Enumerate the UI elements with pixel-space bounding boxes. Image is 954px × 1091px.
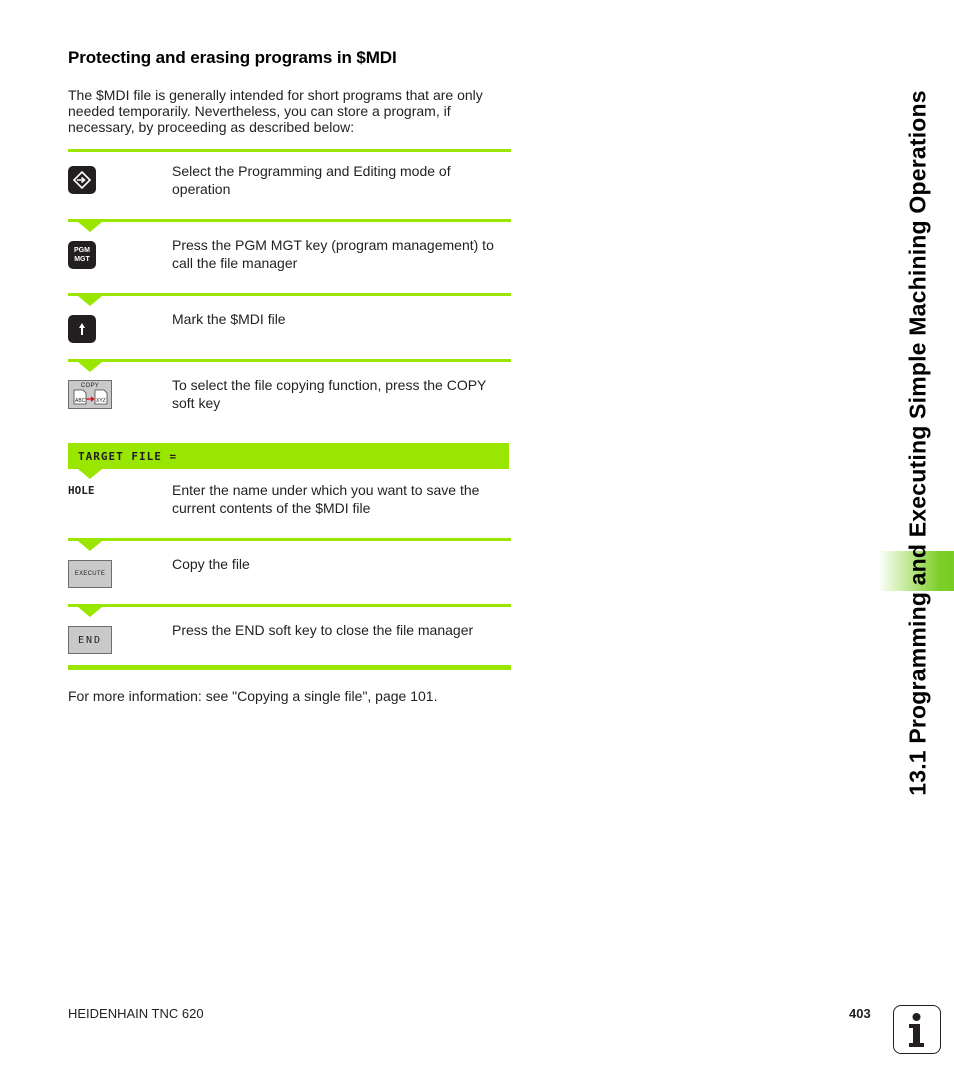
step-arrow-icon: [78, 222, 102, 232]
arrow-up-key[interactable]: [68, 315, 96, 343]
divider: [68, 359, 511, 362]
svg-text:XYZ: XYZ: [96, 398, 106, 404]
step-text: Mark the $MDI file: [172, 311, 286, 327]
divider: [68, 538, 511, 541]
step-arrow-icon: [78, 362, 102, 372]
execute-soft-key[interactable]: EXECUTE: [68, 560, 112, 588]
divider: [68, 293, 511, 296]
footer-product: HEIDENHAIN TNC 620: [68, 1006, 204, 1021]
more-info-link[interactable]: For more information: see "Copying a sin…: [68, 688, 437, 704]
pgm-mgt-key[interactable]: PGM MGT: [68, 241, 96, 269]
end-soft-key[interactable]: END: [68, 626, 112, 654]
divider: [68, 149, 511, 152]
svg-text:ABC: ABC: [75, 398, 86, 404]
target-file-prompt-bar: TARGET FILE =: [68, 443, 509, 469]
section-heading: Protecting and erasing programs in $MDI: [68, 48, 397, 67]
step-arrow-icon: [78, 541, 102, 551]
step-text: Enter the name under which you want to s…: [172, 482, 480, 516]
divider: [68, 219, 511, 222]
target-file-prompt: TARGET FILE =: [78, 449, 178, 463]
copy-file-icon: ABC XYZ: [73, 389, 108, 405]
intro-paragraph: The $MDI file is generally intended for …: [68, 87, 483, 135]
step-text: Press the PGM MGT key (program managemen…: [172, 237, 494, 271]
chapter-side-title: 13.1 Programming and Executing Simple Ma…: [904, 90, 931, 796]
step-text: Copy the file: [172, 556, 250, 572]
programming-editing-mode-icon: [72, 170, 92, 190]
key-label-line2: MGT: [74, 256, 90, 263]
step-arrow-icon: [78, 469, 102, 479]
info-icon: [893, 1005, 941, 1054]
divider: [68, 604, 511, 607]
step-text: To select the file copying function, pre…: [172, 377, 487, 411]
arrow-up-icon: [79, 323, 85, 335]
key-label-line1: PGM: [74, 247, 90, 254]
step-arrow-icon: [78, 607, 102, 617]
programming-mode-key[interactable]: [68, 166, 96, 194]
step-arrow-icon: [78, 296, 102, 306]
target-file-value[interactable]: HOLE: [68, 484, 95, 497]
copy-soft-key[interactable]: COPY ABC XYZ: [68, 380, 112, 409]
page-number: 403: [849, 1006, 871, 1021]
softkey-label: END: [77, 634, 103, 646]
step-text: Select the Programming and Editing mode …: [172, 163, 451, 197]
divider: [68, 665, 511, 670]
softkey-label: EXECUTE: [74, 571, 106, 577]
step-text: Press the END soft key to close the file…: [172, 622, 474, 638]
